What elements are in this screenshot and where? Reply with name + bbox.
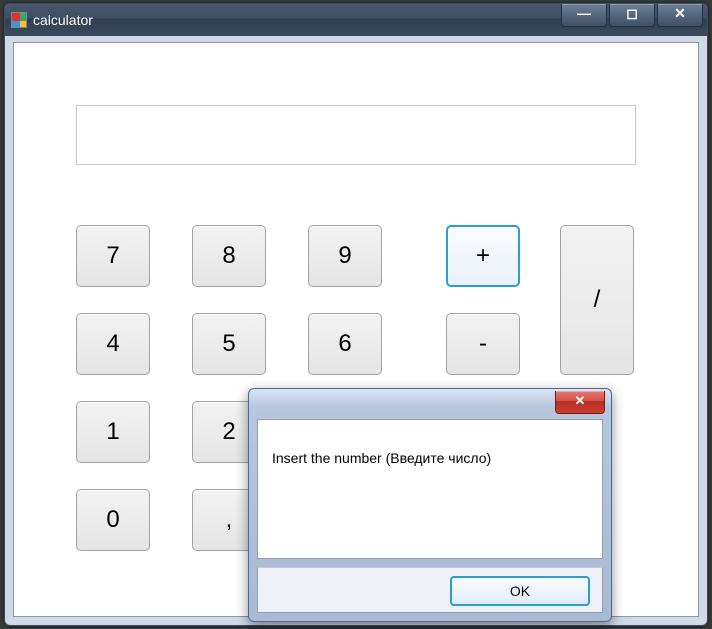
- dialog-message: Insert the number (Введите число): [272, 450, 491, 466]
- digit-8-button[interactable]: 8: [192, 225, 266, 287]
- display-input[interactable]: [76, 105, 636, 165]
- minimize-button[interactable]: —: [561, 4, 607, 27]
- plus-button[interactable]: +: [446, 225, 520, 287]
- window-controls: — ◻ ✕: [559, 4, 703, 27]
- window-title: calculator: [33, 12, 93, 28]
- message-dialog: ✕ Insert the number (Введите число) OK: [248, 388, 612, 622]
- dialog-close-button[interactable]: ✕: [555, 391, 605, 414]
- titlebar[interactable]: calculator — ◻ ✕: [5, 4, 707, 36]
- digit-6-button[interactable]: 6: [308, 313, 382, 375]
- dialog-body: Insert the number (Введите число): [257, 419, 603, 559]
- close-button[interactable]: ✕: [657, 4, 703, 27]
- digit-0-button[interactable]: 0: [76, 489, 150, 551]
- digit-9-button[interactable]: 9: [308, 225, 382, 287]
- dialog-titlebar[interactable]: ✕: [249, 389, 611, 419]
- digit-4-button[interactable]: 4: [76, 313, 150, 375]
- dialog-footer: OK: [257, 567, 603, 613]
- digit-1-button[interactable]: 1: [76, 401, 150, 463]
- digit-5-button[interactable]: 5: [192, 313, 266, 375]
- digit-7-button[interactable]: 7: [76, 225, 150, 287]
- dialog-ok-button[interactable]: OK: [450, 576, 590, 606]
- app-icon: [11, 12, 27, 28]
- divide-button[interactable]: /: [560, 225, 634, 375]
- maximize-button[interactable]: ◻: [609, 4, 655, 27]
- minus-button[interactable]: -: [446, 313, 520, 375]
